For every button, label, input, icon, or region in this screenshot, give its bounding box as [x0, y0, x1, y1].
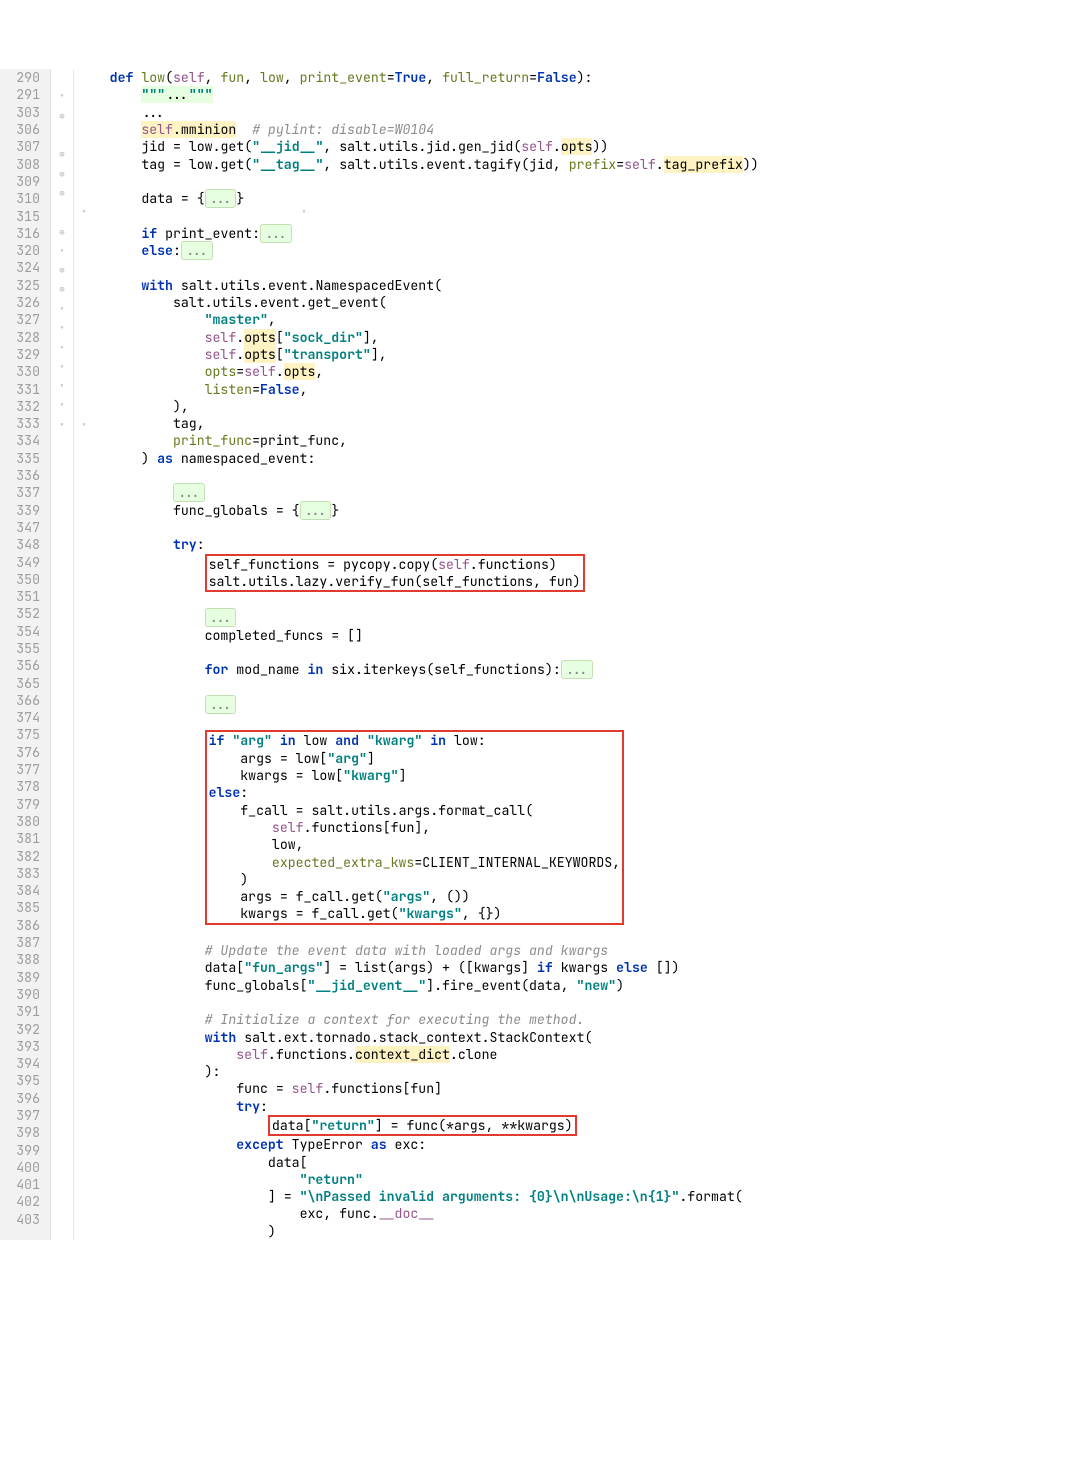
folded-region[interactable]: ... — [260, 224, 292, 243]
code-editor[interactable]: 2902913033063073083093103153163203243253… — [0, 69, 1080, 1240]
highlight-box-2: if "arg" in low and "kwarg" in low: args… — [205, 730, 625, 924]
code-area[interactable]: def low(self, fun, low, print_event=True… — [74, 69, 1080, 1240]
fold-column[interactable]: ▾ ⊕ ⊕ ⊕ ⊕ ▾ ▾ ⊕ ▾ ⊕ ⊕ ▾ ▾ ▴ ▾ ▾ ▾ ▾▾ — [51, 69, 74, 1240]
fold-icon[interactable]: ⊕ — [51, 166, 73, 183]
folded-region[interactable]: ... — [173, 483, 205, 502]
fold-icon[interactable]: ⊕ — [51, 262, 73, 279]
line-number-gutter: 2902913033063073083093103153163203243253… — [0, 69, 51, 1240]
highlight-box-1: self_functions = pycopy.copy(self.functi… — [205, 554, 585, 593]
fold-icon[interactable]: ⊕ — [51, 185, 73, 202]
fold-icon[interactable]: ▾ — [51, 88, 73, 105]
folded-region[interactable]: ... — [561, 660, 593, 679]
fold-icon[interactable]: ⊕ — [51, 224, 73, 241]
folded-region[interactable]: ... — [205, 695, 237, 714]
fold-icon[interactable]: ⊕ — [51, 108, 73, 125]
folded-region[interactable]: ... — [205, 608, 237, 627]
fold-icon[interactable]: ⊕ — [51, 146, 73, 163]
folded-region[interactable]: ... — [181, 241, 213, 260]
fold-icon[interactable]: ⊕ — [51, 281, 73, 298]
folded-region[interactable]: ... — [300, 501, 332, 520]
highlight-box-3: data["return"] = func(*args, **kwargs) — [268, 1115, 577, 1136]
